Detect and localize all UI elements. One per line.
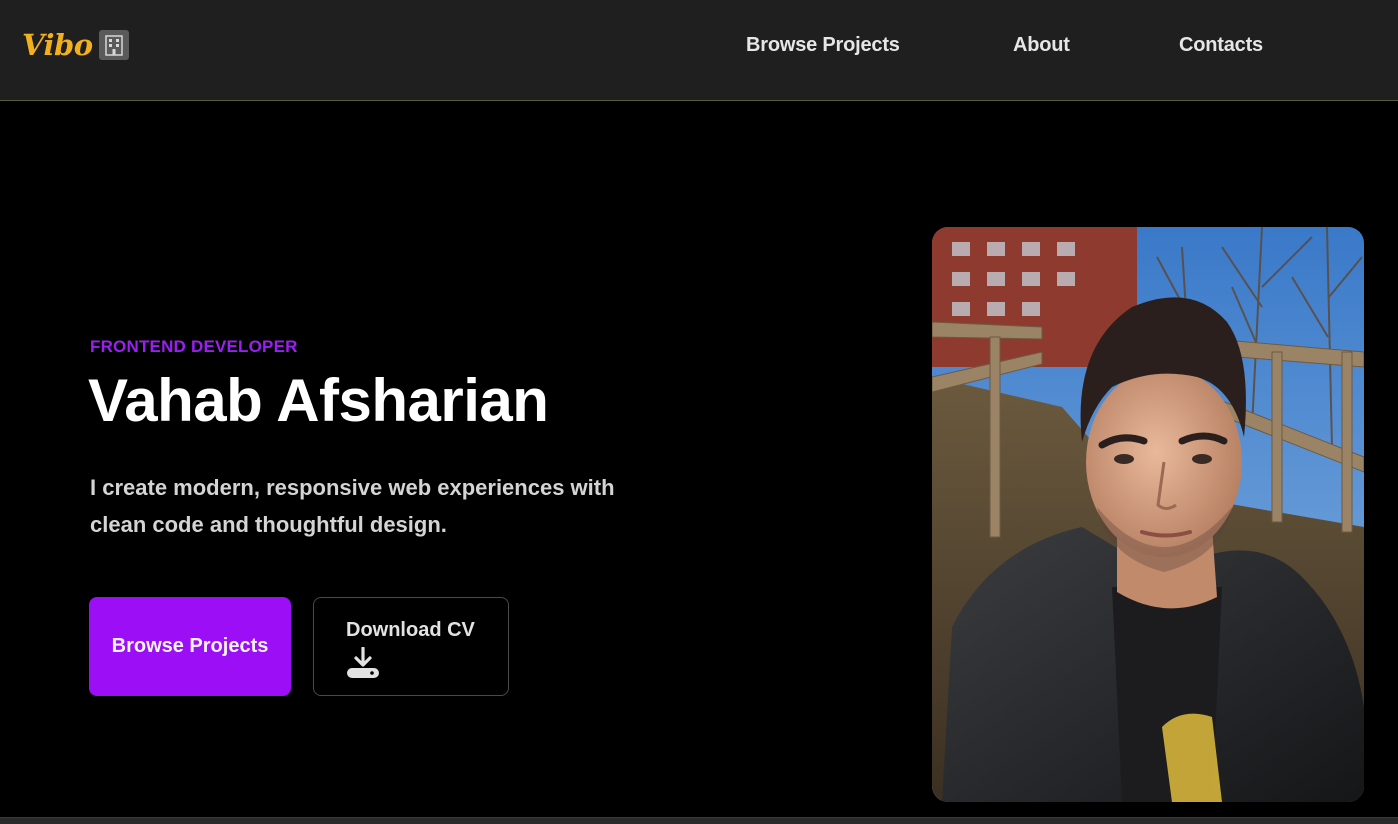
main-nav: Browse Projects About Contacts: [0, 34, 1398, 64]
hero-name: Vahab Afsharian: [88, 367, 549, 434]
download-cv-label: Download CV: [346, 619, 475, 641]
bottom-bar: [0, 817, 1398, 824]
page: Vibo Browse Projects About Contacts FRON…: [0, 0, 1398, 824]
hero-tagline: I create modern, responsive web experien…: [90, 475, 615, 537]
download-icon: [346, 646, 380, 685]
download-cv-button[interactable]: Download CV: [313, 597, 509, 696]
site-header: Vibo Browse Projects About Contacts: [0, 0, 1398, 101]
profile-photo: [932, 227, 1364, 802]
browse-projects-label: Browse Projects: [111, 635, 269, 657]
nav-about[interactable]: About: [1013, 34, 1070, 57]
role-label: FRONTEND DEVELOPER: [90, 337, 298, 356]
browse-projects-button[interactable]: Browse Projects: [89, 597, 291, 696]
nav-browse-projects[interactable]: Browse Projects: [746, 34, 900, 57]
nav-contacts[interactable]: Contacts: [1179, 34, 1263, 57]
